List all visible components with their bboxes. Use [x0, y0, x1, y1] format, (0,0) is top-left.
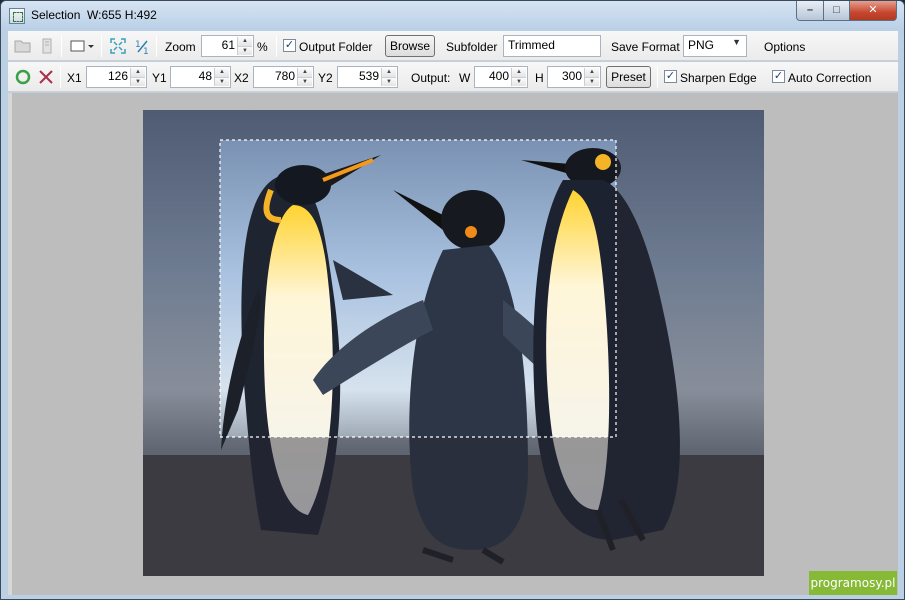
up-arrow-icon[interactable]: ▲	[298, 68, 312, 77]
output-width-stepper-arrows[interactable]: ▲ ▼	[511, 68, 526, 86]
y1-stepper-arrows[interactable]: ▲ ▼	[214, 68, 229, 86]
down-arrow-icon[interactable]: ▼	[298, 77, 312, 86]
up-arrow-icon[interactable]: ▲	[215, 68, 229, 77]
y2-label: Y2	[318, 71, 333, 85]
y1-value[interactable]: 48	[199, 69, 212, 83]
zoom-label: Zoom	[165, 40, 196, 54]
down-arrow-icon[interactable]: ▼	[512, 77, 526, 86]
separator	[101, 35, 102, 57]
x1-label: X1	[67, 71, 82, 85]
x2-stepper[interactable]: 780 ▲ ▼	[253, 66, 314, 88]
svg-text:1: 1	[135, 40, 141, 50]
selection-toolbar: X1 126 ▲ ▼ Y1 48 ▲ ▼ X2 780 ▲ ▼ Y2 539 ▲ ▼ O…	[8, 62, 898, 92]
up-arrow-icon[interactable]: ▲	[382, 68, 396, 77]
minimize-button[interactable]: –	[796, 1, 824, 21]
sharpen-edge-checkbox[interactable]: ✓	[664, 70, 677, 83]
trash-icon[interactable]	[37, 36, 57, 56]
x1-stepper[interactable]: 126 ▲ ▼	[86, 66, 147, 88]
zoom-value[interactable]: 61	[222, 38, 235, 52]
x2-label: X2	[234, 71, 249, 85]
separator	[61, 35, 62, 57]
x1-stepper-arrows[interactable]: ▲ ▼	[130, 68, 145, 86]
y2-value[interactable]: 539	[359, 69, 379, 83]
output-height-stepper-arrows[interactable]: ▲ ▼	[584, 68, 599, 86]
zoom-stepper[interactable]: 61 ▲ ▼	[201, 35, 254, 57]
preset-button[interactable]: Preset	[606, 66, 651, 88]
down-arrow-icon[interactable]: ▼	[215, 77, 229, 86]
window-title: Selection	[31, 8, 81, 22]
vertical-scrollbar[interactable]	[8, 93, 12, 595]
image-canvas[interactable]	[143, 110, 764, 576]
separator	[276, 35, 277, 57]
x2-stepper-arrows[interactable]: ▲ ▼	[297, 68, 312, 86]
fit-to-window-icon[interactable]	[108, 36, 128, 56]
selection-size-readout: W:655 H:492	[87, 8, 157, 22]
x1-value[interactable]: 126	[108, 69, 128, 83]
circle-ok-icon[interactable]	[13, 67, 33, 87]
sharpen-edge-label[interactable]: Sharpen Edge	[680, 68, 757, 88]
title-bar[interactable]: Selection W:655 H:492 – □ ✕	[1, 1, 904, 31]
svg-text:1: 1	[143, 47, 149, 56]
subfolder-label: Subfolder	[446, 40, 498, 54]
maximize-button[interactable]: □	[823, 1, 850, 21]
save-format-value: PNG	[688, 38, 715, 52]
output-height-label: H	[535, 71, 544, 85]
chevron-down-icon: ▼	[732, 37, 741, 47]
close-button[interactable]: ✕	[849, 1, 897, 21]
save-format-select[interactable]: PNG ▼	[683, 35, 747, 57]
folder-open-icon[interactable]	[13, 36, 33, 56]
subfolder-input[interactable]: Trimmed	[503, 35, 601, 57]
rectangle-select-icon[interactable]	[68, 36, 96, 56]
separator	[60, 66, 61, 88]
y2-stepper[interactable]: 539 ▲ ▼	[337, 66, 398, 88]
output-height-stepper[interactable]: 300 ▲ ▼	[547, 66, 601, 88]
options-menu[interactable]: Options	[764, 37, 805, 57]
up-arrow-icon[interactable]: ▲	[238, 37, 252, 46]
separator	[657, 66, 658, 88]
output-folder-label[interactable]: Output Folder	[299, 37, 372, 57]
output-width-value[interactable]: 400	[489, 69, 509, 83]
down-arrow-icon[interactable]: ▼	[131, 77, 145, 86]
main-toolbar: 11 Zoom 61 ▲ ▼ % ✓ Output Folder Browse S…	[8, 31, 898, 61]
output-folder-checkbox[interactable]: ✓	[283, 39, 296, 52]
up-arrow-icon[interactable]: ▲	[585, 68, 599, 77]
y1-label: Y1	[152, 71, 167, 85]
y2-stepper-arrows[interactable]: ▲ ▼	[381, 68, 396, 86]
down-arrow-icon[interactable]: ▼	[238, 46, 252, 55]
output-width-label: W	[459, 71, 471, 85]
zoom-unit: %	[257, 40, 268, 54]
down-arrow-icon[interactable]: ▼	[382, 77, 396, 86]
x2-value[interactable]: 780	[275, 69, 295, 83]
actual-size-icon[interactable]: 11	[132, 36, 152, 57]
up-arrow-icon[interactable]: ▲	[512, 68, 526, 77]
output-height-value[interactable]: 300	[562, 69, 582, 83]
output-label: Output:	[411, 71, 451, 85]
zoom-stepper-arrows[interactable]: ▲ ▼	[237, 37, 252, 55]
browse-button[interactable]: Browse	[385, 35, 435, 57]
canvas-area[interactable]	[8, 93, 898, 595]
x-cancel-icon[interactable]	[36, 67, 56, 87]
up-arrow-icon[interactable]: ▲	[131, 68, 145, 77]
separator	[156, 35, 157, 57]
auto-correction-label[interactable]: Auto Correction	[788, 68, 871, 88]
save-format-label: Save Format	[611, 40, 680, 54]
output-width-stepper[interactable]: 400 ▲ ▼	[474, 66, 528, 88]
watermark-badge: programosy.pl	[809, 571, 897, 595]
app-window: Selection W:655 H:492 – □ ✕ 11 Zoom 61 ▲…	[0, 0, 905, 600]
down-arrow-icon[interactable]: ▼	[585, 77, 599, 86]
app-icon	[9, 8, 25, 24]
y1-stepper[interactable]: 48 ▲ ▼	[170, 66, 231, 88]
auto-correction-checkbox[interactable]: ✓	[772, 70, 785, 83]
